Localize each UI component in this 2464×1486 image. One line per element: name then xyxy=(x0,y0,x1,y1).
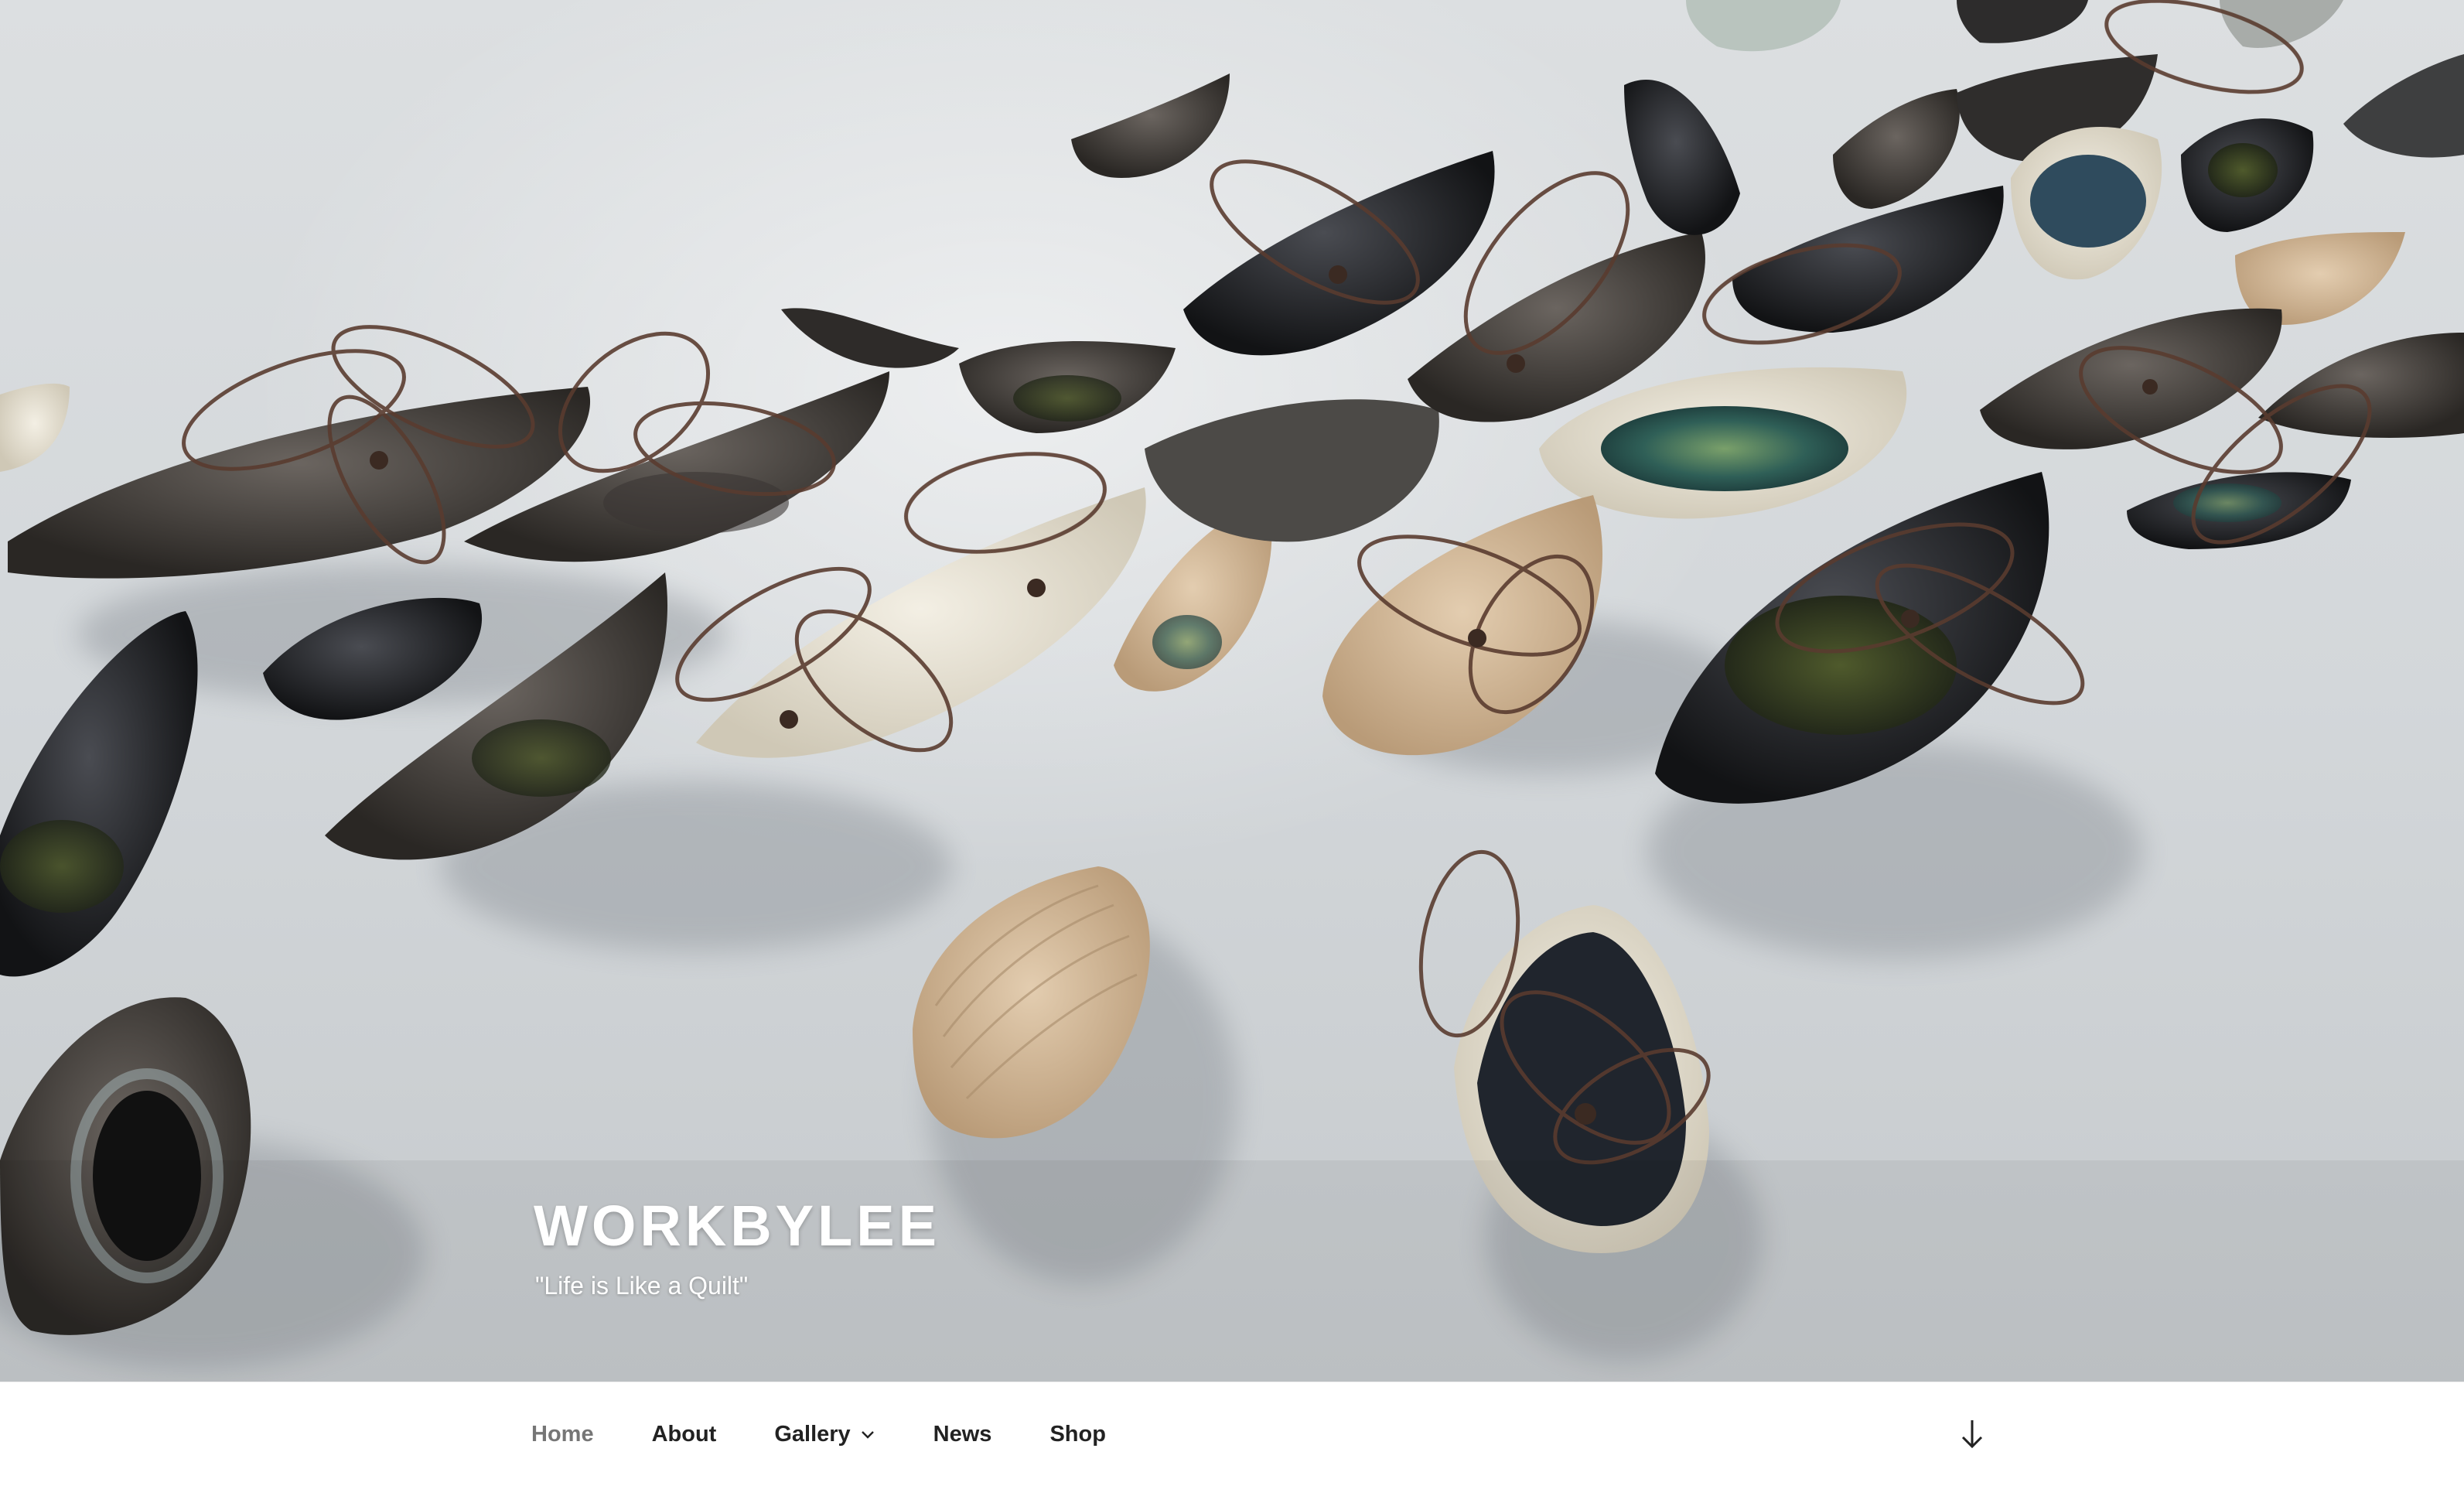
menu-item-label: About xyxy=(651,1421,717,1447)
header-image: WORKBYLEE "Life is Like a Quilt" xyxy=(0,0,2464,1382)
menu-item-label: Gallery xyxy=(774,1421,851,1447)
menu-item-label: Shop xyxy=(1049,1421,1106,1447)
menu-item-home[interactable]: Home xyxy=(531,1422,594,1447)
menu-item-shop[interactable]: Shop xyxy=(1049,1422,1106,1447)
ceramic-dishes-with-wire-flowers-icon xyxy=(0,0,2464,1382)
menu-item-gallery[interactable]: Gallery xyxy=(774,1422,875,1447)
menu-item-label: Home xyxy=(531,1421,594,1447)
top-menu: Home About Gallery News Shop xyxy=(531,1382,1164,1486)
menu-item-label: News xyxy=(933,1421,992,1447)
menu-item-about[interactable]: About xyxy=(652,1422,717,1447)
chevron-down-icon xyxy=(860,1429,875,1440)
navigation-bar: Home About Gallery News Shop xyxy=(0,1382,2464,1486)
site-title[interactable]: WORKBYLEE xyxy=(534,1197,940,1255)
site-description: "Life is Like a Quilt" xyxy=(535,1272,749,1300)
site-branding: WORKBYLEE "Life is Like a Quilt" xyxy=(534,1197,940,1300)
menu-item-news[interactable]: News xyxy=(933,1422,992,1447)
scroll-down-button[interactable] xyxy=(1957,1416,1988,1455)
arrow-down-icon xyxy=(1958,1417,1986,1455)
